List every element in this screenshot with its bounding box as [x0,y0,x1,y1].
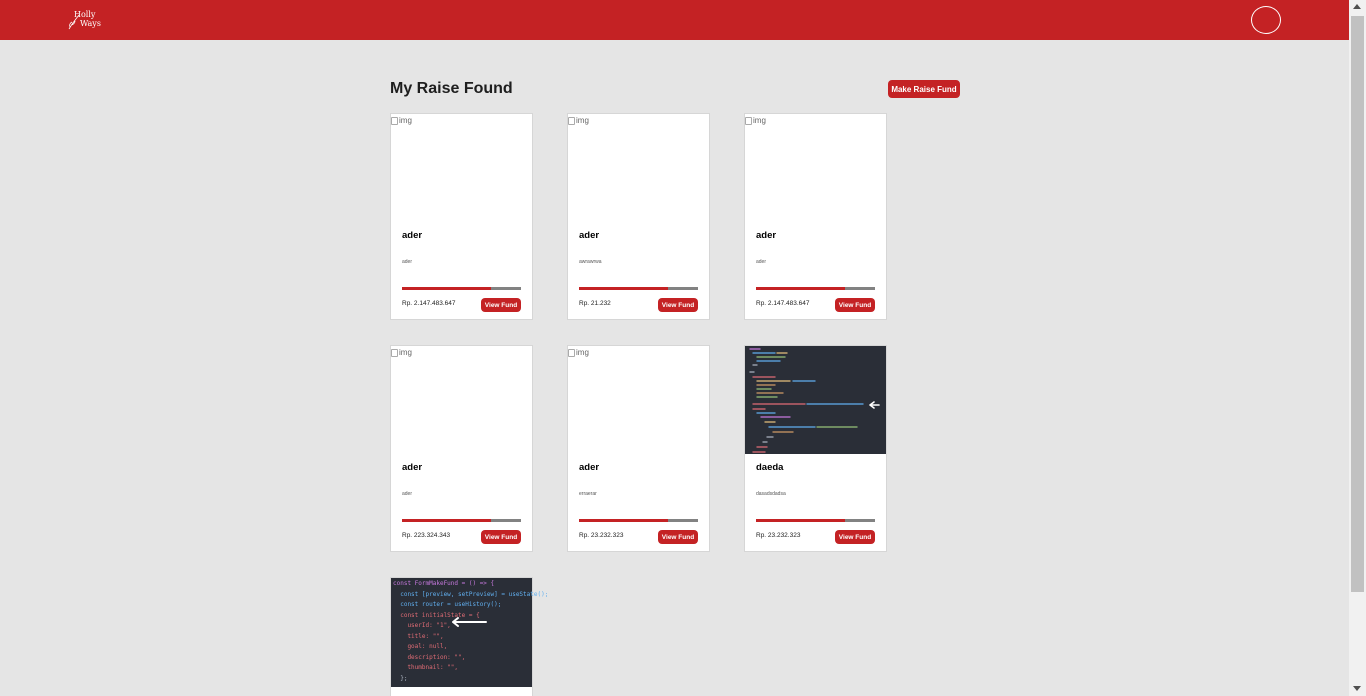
fund-card: img ader awrawrwa Rp. 21.232 View Fund [567,113,710,320]
fund-card: daeda dasadsdadsa Rp. 23.232.323 View Fu… [744,345,887,552]
fund-description: erraerar [579,491,597,497]
view-fund-button[interactable]: View Fund [835,530,875,544]
fund-description: ader [402,259,413,265]
fund-description: dasadsdadsa [756,491,786,497]
fund-thumbnail: const FormMakeFund = () => { const [prev… [391,578,548,687]
page-title: My Raise Found [390,80,513,97]
scrollbar-thumb[interactable] [1351,16,1364,592]
fund-thumbnail [745,346,886,454]
fund-title: ader [579,462,600,473]
fund-amount: Rp. 223.324.343 [402,532,451,539]
fund-thumbnail: img [568,346,709,454]
fund-card: img ader ader Rp. 223.324.343 View Fund [390,345,533,552]
fund-thumbnail: img [568,114,709,222]
broken-image-icon: img [391,348,412,357]
fund-thumbnail: img [745,114,886,222]
make-raise-fund-button[interactable]: Make Raise Fund [888,80,960,98]
fund-title: ader [756,230,777,241]
fund-amount: Rp. 2.147.483.647 [402,300,456,307]
fund-card: img ader ader Rp. 2.147.483.647 View Fun… [390,113,533,320]
fund-progress-bar [756,287,875,290]
fund-progress-bar [579,287,698,290]
fund-thumbnail: img [391,346,532,454]
fund-amount: Rp. 21.232 [579,300,611,307]
broken-image-icon: img [568,116,589,125]
view-fund-button[interactable]: View Fund [481,298,521,312]
fund-card: img ader erraerar Rp. 23.232.323 View Fu… [567,345,710,552]
fund-title: ader [579,230,600,241]
fund-thumbnail: img [391,114,532,222]
view-fund-button[interactable]: View Fund [658,298,698,312]
fund-amount: Rp. 23.232.323 [579,532,624,539]
fund-description: awrawrwa [579,259,602,265]
fund-progress-bar [402,519,521,522]
fund-amount: Rp. 23.232.323 [756,532,801,539]
code-screenshot-image [749,348,880,453]
view-fund-button[interactable]: View Fund [835,298,875,312]
scroll-up-arrow-icon[interactable] [1353,4,1361,9]
view-fund-button[interactable]: View Fund [481,530,521,544]
view-fund-button[interactable]: View Fund [658,530,698,544]
fund-description: ader [402,491,413,497]
broken-image-icon: img [568,348,589,357]
page-scrollbar[interactable] [1349,0,1366,696]
brand-logo[interactable]: Holly Ways [68,8,108,34]
broken-image-icon: img [745,116,766,125]
broken-image-icon: img [391,116,412,125]
fund-card: const FormMakeFund = () => { const [prev… [390,577,548,696]
arrow-icon [452,617,487,627]
brand-name-line2: Ways [80,19,101,28]
fund-title: ader [402,462,423,473]
fund-progress-bar [756,519,875,522]
fund-progress-bar [579,519,698,522]
scroll-down-arrow-icon[interactable] [1353,686,1361,691]
navbar: Holly Ways [0,0,1349,40]
fund-title: ader [402,230,423,241]
fund-description: ader [756,259,767,265]
user-avatar[interactable] [1251,6,1281,34]
fund-amount: Rp. 2.147.483.647 [756,300,810,307]
fund-card: img ader ader Rp. 2.147.483.647 View Fun… [744,113,887,320]
fund-title: daeda [756,462,784,473]
fund-progress-bar [402,287,521,290]
